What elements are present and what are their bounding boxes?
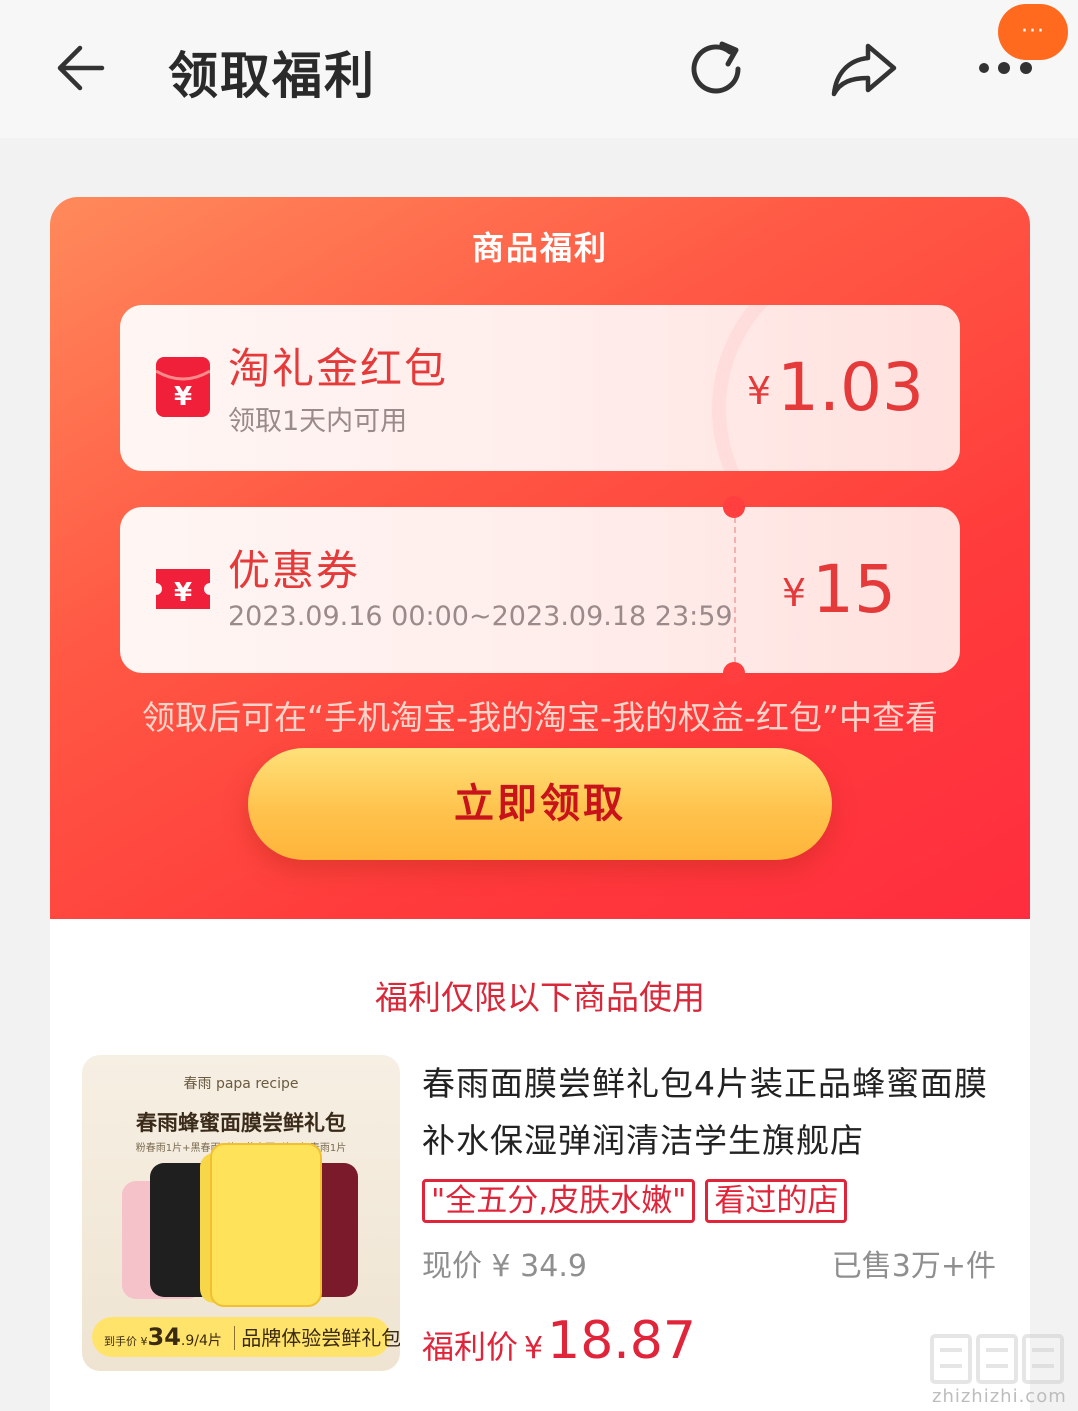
coupon-notch-top xyxy=(723,496,745,518)
coupon-name: 优惠券 xyxy=(228,546,361,595)
welfare-price-label: 福利价 xyxy=(422,1328,519,1366)
floating-assist-badge[interactable]: ··· xyxy=(998,4,1068,60)
coupon-ticket-icon: ¥ xyxy=(156,559,210,619)
card-title: 商品福利 xyxy=(471,229,608,267)
coupon-notch-bottom xyxy=(723,662,745,684)
refresh-icon[interactable] xyxy=(686,38,752,100)
image-price-label: 品牌体验尝鲜礼包 xyxy=(234,1326,400,1350)
coupon-divider xyxy=(734,507,736,673)
red-packet-name: 淘礼金红包 xyxy=(228,344,449,393)
svg-text:¥: ¥ xyxy=(174,382,192,412)
benefit-card: 商品福利 ¥ 淘礼金红包 领取1天内可用 ¥1.03 ¥ 优惠券 2023.09… xyxy=(50,197,1030,919)
currency-symbol: ¥ xyxy=(746,369,772,413)
red-packet-validity: 领取1天内可用 xyxy=(228,406,408,437)
page-title: 领取福利 xyxy=(168,47,376,105)
coupon-row: ¥ 优惠券 2023.09.16 00:00~2023.09.18 23:59 … xyxy=(120,507,960,673)
red-envelope-icon: ¥ xyxy=(155,357,211,417)
mask-yellow-front xyxy=(210,1143,322,1307)
top-bar: 领取福利 ··· xyxy=(0,0,1078,138)
svg-text:¥: ¥ xyxy=(174,578,192,608)
image-brand-text: 春雨 papa recipe xyxy=(183,1076,299,1092)
product-tags: "全五分,皮肤水嫩" 看过的店 xyxy=(422,1179,857,1223)
claim-notice: 领取后可在“手机淘宝-我的淘宝-我的权益-红包”中查看 xyxy=(142,698,938,737)
restriction-text: 福利仅限以下商品使用 xyxy=(375,978,705,1017)
sold-count: 已售3万+件 xyxy=(831,1249,996,1284)
red-packet-row: ¥ 淘礼金红包 领取1天内可用 ¥1.03 xyxy=(120,305,960,471)
image-price-big: 34 xyxy=(147,1323,181,1351)
image-title-text: 春雨蜂蜜面膜尝鲜礼包 xyxy=(136,1111,346,1135)
product-image[interactable]: 春雨 papa recipe 春雨蜂蜜面膜尝鲜礼包 粉春雨1片+黑春雨1片+黄春… xyxy=(82,1055,400,1371)
image-price-prefix: 到手价 ¥ xyxy=(104,1335,148,1348)
welfare-currency: ¥ xyxy=(524,1331,544,1366)
share-icon[interactable] xyxy=(828,38,900,100)
red-packet-amount: ¥1.03 xyxy=(747,349,924,426)
welfare-price: 福利价 ¥18.87 xyxy=(422,1311,696,1371)
tag-visited-store: 看过的店 xyxy=(705,1179,848,1223)
tag-review: "全五分,皮肤水嫩" xyxy=(422,1179,696,1223)
image-price-rest: .9/4片 xyxy=(180,1333,222,1349)
watermark-text: zhizhizhi.com xyxy=(932,1386,1067,1407)
current-price: 现价 ¥ 34.9 xyxy=(422,1249,587,1284)
image-price-bar: 到手价 ¥34.9/4片 品牌体验尝鲜礼包 xyxy=(92,1317,400,1357)
amount-value: 1.03 xyxy=(777,349,924,426)
product-title[interactable]: 春雨面膜尝鲜礼包4片装正品蜂蜜面膜补水保湿弹润清洁学生旗舰店 xyxy=(422,1055,1012,1169)
coupon-amount: ¥15 xyxy=(782,551,896,628)
currency-symbol: ¥ xyxy=(781,571,807,615)
coupon-validity: 2023.09.16 00:00~2023.09.18 23:59 xyxy=(228,601,733,632)
welfare-price-value: 18.87 xyxy=(547,1311,696,1371)
product-panel: 福利仅限以下商品使用 春雨 papa recipe 春雨蜂蜜面膜尝鲜礼包 粉春雨… xyxy=(50,919,1030,1411)
back-arrow-icon[interactable] xyxy=(52,40,112,96)
claim-now-button[interactable]: 立即领取 xyxy=(248,748,832,860)
amount-value: 15 xyxy=(812,551,896,628)
